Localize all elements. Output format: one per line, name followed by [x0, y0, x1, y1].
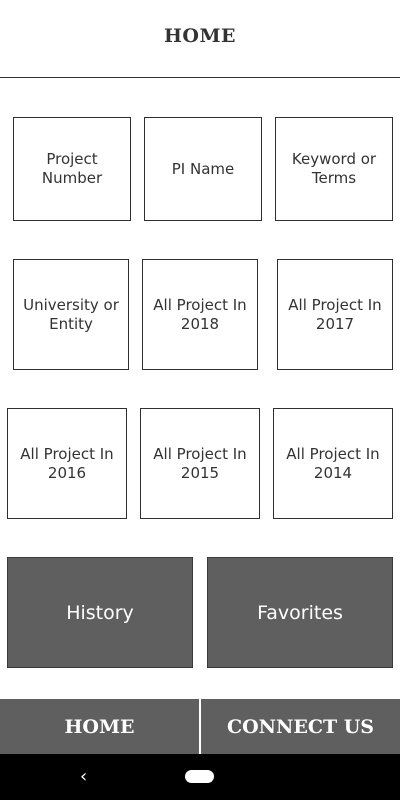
all-project-2017-button[interactable]: All Project In 2017 — [277, 259, 393, 370]
all-project-2015-button[interactable]: All Project In 2015 — [140, 408, 260, 519]
university-or-entity-label: University or Entity — [23, 295, 119, 333]
history-button[interactable]: History — [7, 557, 193, 668]
all-project-2015-label: All Project In 2015 — [153, 444, 247, 482]
all-project-2014-button[interactable]: All Project In 2014 — [273, 408, 393, 519]
project-number-button[interactable]: Project Number — [13, 117, 131, 221]
pi-name-button[interactable]: PI Name — [144, 117, 262, 221]
tab-home-label: HOME — [64, 715, 135, 738]
all-project-2014-label: All Project In 2014 — [286, 444, 380, 482]
all-project-2016-label: All Project In 2016 — [20, 444, 114, 482]
all-project-2018-button[interactable]: All Project In 2018 — [142, 259, 258, 370]
tab-connect-us[interactable]: CONNECT US — [201, 699, 400, 754]
pi-name-label: PI Name — [171, 159, 235, 178]
university-or-entity-button[interactable]: University or Entity — [13, 259, 129, 370]
app-header: HOME — [0, 0, 400, 78]
keyword-or-terms-button[interactable]: Keyword or Terms — [275, 117, 393, 221]
project-number-label: Project Number — [41, 150, 103, 187]
keyword-or-terms-label: Keyword or Terms — [291, 150, 377, 187]
favorites-button[interactable]: Favorites — [207, 557, 393, 668]
system-navigation-bar: ‹ — [0, 754, 400, 800]
all-project-2017-label: All Project In 2017 — [288, 295, 382, 333]
tab-connect-us-label: CONNECT US — [226, 715, 375, 738]
back-icon[interactable]: ‹ — [80, 766, 87, 787]
tab-home[interactable]: HOME — [0, 699, 199, 754]
home-pill-icon[interactable] — [185, 770, 214, 783]
history-label: History — [66, 601, 134, 624]
favorites-label: Favorites — [257, 601, 343, 624]
page-title: HOME — [163, 24, 237, 47]
all-project-2016-button[interactable]: All Project In 2016 — [7, 408, 127, 519]
all-project-2018-label: All Project In 2018 — [153, 295, 247, 333]
bottom-tab-bar: HOME CONNECT US — [0, 699, 400, 754]
